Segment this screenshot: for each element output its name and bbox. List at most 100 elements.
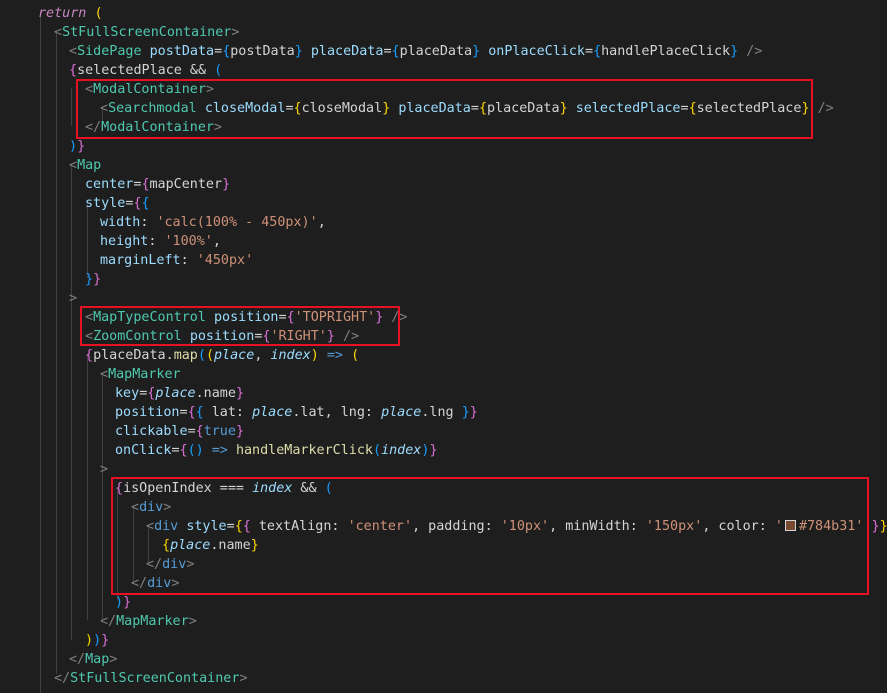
- code-token: ): [310, 348, 319, 363]
- code-token: map: [173, 348, 198, 363]
- code-line[interactable]: <SidePage postData={postData} placeData=…: [0, 42, 887, 61]
- code-token: place: [214, 348, 255, 363]
- code-line[interactable]: marginLeft: '450px': [0, 251, 887, 270]
- code-line[interactable]: key={place.name}: [0, 384, 887, 403]
- code-line[interactable]: return (: [0, 4, 887, 23]
- code-line[interactable]: <MapMarker: [0, 365, 887, 384]
- code-token: />: [817, 101, 834, 116]
- highlight-box-modal: [76, 79, 813, 139]
- code-line[interactable]: {placeData.map((place, index) => (: [0, 346, 887, 365]
- code-token: </: [54, 671, 71, 686]
- code-line[interactable]: position={{ lat: place.lat, lng: place.l…: [0, 403, 887, 422]
- code-token: mapCenter: [149, 177, 223, 192]
- code-token: position: [115, 405, 180, 420]
- code-token: {: [593, 44, 602, 59]
- highlight-box-controls: [80, 306, 400, 346]
- code-token: =>: [203, 443, 236, 458]
- code-token: true: [203, 424, 236, 439]
- code-token: placeData: [310, 44, 384, 59]
- code-token: MapMarker: [108, 367, 181, 382]
- code-token: placeData: [93, 348, 166, 363]
- code-token: postData: [149, 44, 215, 59]
- code-token: }: [77, 139, 86, 154]
- code-token: }: [461, 405, 470, 420]
- code-token: >: [239, 671, 248, 686]
- code-line[interactable]: ))}: [0, 631, 887, 650]
- code-line[interactable]: )}: [0, 593, 887, 612]
- code-line[interactable]: )}: [0, 137, 887, 156]
- code-token: :: [140, 215, 157, 230]
- code-line[interactable]: center={mapCenter}: [0, 175, 887, 194]
- code-token: />: [746, 44, 763, 59]
- code-editor[interactable]: return (<StFullScreenContainer> <SidePage…: [0, 0, 887, 693]
- code-token: ): [195, 443, 204, 458]
- code-token: index: [270, 348, 311, 363]
- code-token: }: [871, 519, 880, 534]
- code-line[interactable]: </MapMarker>: [0, 612, 887, 631]
- code-line[interactable]: }}: [0, 270, 887, 289]
- code-token: return: [38, 6, 87, 21]
- code-token: {: [195, 405, 204, 420]
- code-token: StFullScreenContainer: [62, 25, 232, 40]
- code-line[interactable]: width: 'calc(100% - 450px)',: [0, 213, 887, 232]
- code-token: }: [469, 405, 478, 420]
- code-token: {: [85, 348, 94, 363]
- code-line[interactable]: {selectedPlace && (: [0, 61, 887, 80]
- code-token: (: [351, 348, 360, 363]
- code-token: center: [85, 177, 134, 192]
- code-token: }: [235, 424, 244, 439]
- code-token: .lat, lng:: [292, 405, 382, 420]
- code-token: (: [197, 348, 206, 363]
- code-token: height: [100, 234, 149, 249]
- code-token: =: [383, 44, 392, 59]
- code-token: </: [100, 614, 117, 629]
- code-token: onPlaceClick: [488, 44, 585, 59]
- code-token: MapMarker: [116, 614, 189, 629]
- code-token: &&: [181, 63, 215, 78]
- code-token: {: [141, 196, 150, 211]
- code-token: onClick: [115, 443, 172, 458]
- code-token: :: [148, 234, 165, 249]
- code-token: }: [222, 177, 231, 192]
- code-token: =: [585, 44, 594, 59]
- code-token: (: [214, 63, 223, 78]
- code-token: >: [69, 291, 78, 306]
- code-token: handlePlaceClick: [601, 44, 731, 59]
- code-token: }: [85, 272, 94, 287]
- code-token: =: [214, 44, 223, 59]
- code-token: <: [54, 25, 63, 40]
- code-line[interactable]: clickable={true}: [0, 422, 887, 441]
- code-token: =: [171, 443, 180, 458]
- code-token: postData: [230, 44, 295, 59]
- code-token: (: [205, 348, 214, 363]
- code-token: .lng: [421, 405, 462, 420]
- code-token: place: [155, 386, 196, 401]
- code-token: (: [373, 443, 382, 458]
- code-token: '100%': [164, 234, 213, 249]
- code-token: place: [252, 405, 293, 420]
- code-token: }: [472, 44, 481, 59]
- code-token: =: [187, 424, 196, 439]
- code-token: (: [187, 443, 196, 458]
- code-token: }: [429, 443, 438, 458]
- code-token: ): [93, 633, 102, 648]
- code-token: Map: [85, 652, 110, 667]
- code-line[interactable]: style={{: [0, 194, 887, 213]
- code-token: {: [391, 44, 400, 59]
- highlight-box-infowindow: [111, 477, 869, 595]
- code-token: marginLeft: [100, 253, 181, 268]
- code-token: (: [94, 6, 103, 21]
- code-token: StFullScreenContainer: [70, 671, 240, 686]
- code-token: }: [235, 386, 244, 401]
- code-token: place: [381, 405, 422, 420]
- code-line[interactable]: height: '100%',: [0, 232, 887, 251]
- code-line[interactable]: </Map>: [0, 650, 887, 669]
- code-token: ,: [254, 348, 271, 363]
- code-line[interactable]: <Map: [0, 156, 887, 175]
- code-line[interactable]: </StFullScreenContainer>: [0, 669, 887, 688]
- code-token: 'calc(100% - 450px)': [156, 215, 318, 230]
- code-line[interactable]: onClick={() => handleMarkerClick(index)}: [0, 441, 887, 460]
- code-line[interactable]: <StFullScreenContainer>: [0, 23, 887, 42]
- code-token: </: [69, 652, 86, 667]
